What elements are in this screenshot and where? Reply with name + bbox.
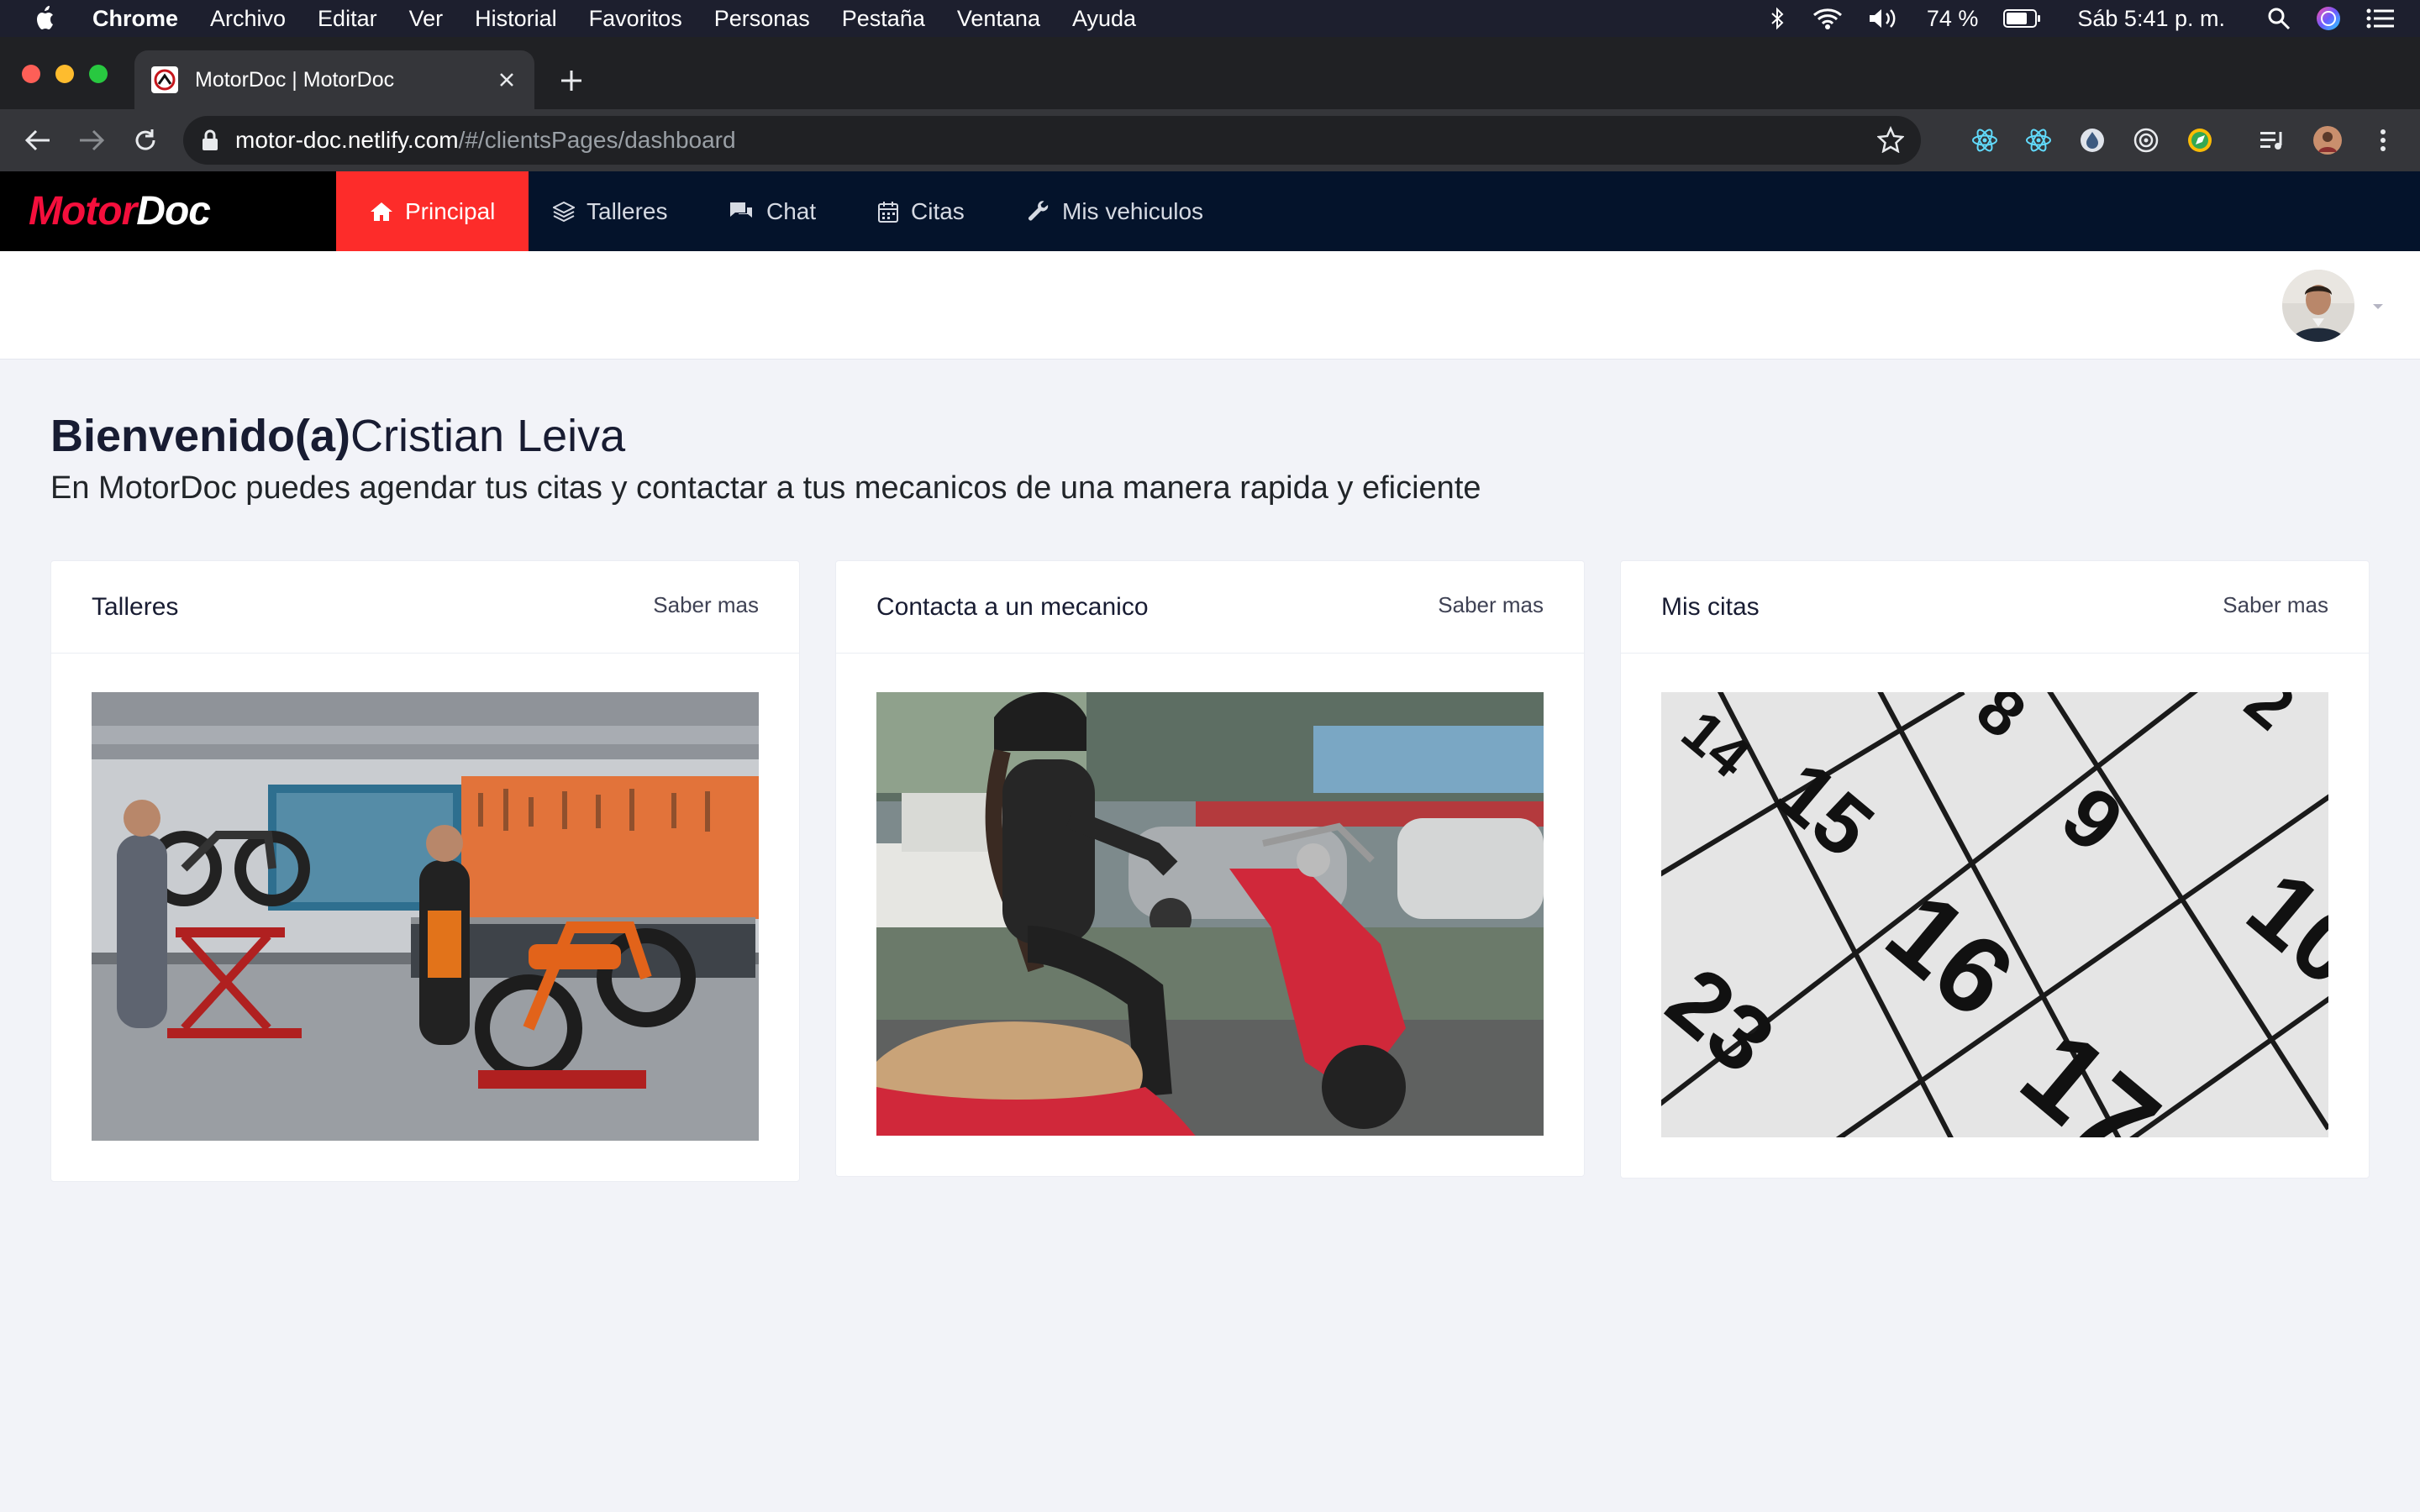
menu-historial[interactable]: Historial: [475, 6, 557, 32]
card-contacta-mecanico: Contacta a un mecanico Saber mas: [835, 560, 1585, 1177]
profile-avatar-icon[interactable]: [2312, 125, 2343, 155]
react-extension-icon[interactable]: [2023, 125, 2054, 155]
subheader: [0, 251, 2420, 360]
card-header: Contacta a un mecanico Saber mas: [836, 561, 1584, 654]
bookmark-star-icon[interactable]: [1877, 126, 1904, 153]
menu-favoritos[interactable]: Favoritos: [589, 6, 682, 32]
url-host: motor-doc.netlify.com: [235, 127, 459, 153]
nav-principal-label: Principal: [405, 197, 496, 224]
motordoc-logo[interactable]: Motor Doc: [0, 171, 336, 251]
url-path: /#/clientsPages/dashboard: [458, 127, 736, 153]
nav-citas[interactable]: Citas: [877, 171, 965, 251]
nav-chat-label: Chat: [766, 197, 817, 224]
card-talleres: Talleres Saber mas: [50, 560, 800, 1182]
nav-citas-label: Citas: [911, 197, 965, 224]
menu-ayuda[interactable]: Ayuda: [1072, 6, 1136, 32]
react-devtools-icon[interactable]: [1970, 125, 2000, 155]
extension-drop-icon[interactable]: [2077, 125, 2107, 155]
app-navbar: Motor Doc Principal Talleres Chat Citas M…: [0, 171, 2420, 251]
chat-icon: [728, 200, 755, 223]
window-close-button[interactable]: [22, 65, 40, 83]
card-body: [51, 654, 799, 1181]
window-minimize-button[interactable]: [55, 65, 74, 83]
extension-compass-icon[interactable]: [2185, 125, 2215, 155]
notification-center-icon[interactable]: [2366, 8, 2395, 29]
scooter-image: [876, 692, 1544, 1136]
favicon-icon: [151, 66, 178, 93]
address-bar[interactable]: motor-doc.netlify.com/#/clientsPages/das…: [183, 116, 1921, 165]
volume-icon[interactable]: [1868, 7, 1902, 30]
logo-motor: Motor: [29, 189, 137, 234]
spotlight-search-icon[interactable]: [2267, 7, 2291, 30]
welcome-subtitle: En MotorDoc puedes agendar tus citas y c…: [50, 470, 1481, 506]
nav-mis-vehiculos[interactable]: Mis vehiculos: [1027, 171, 1203, 251]
tab-close-icon[interactable]: [494, 67, 519, 92]
card-title: Talleres: [92, 593, 179, 621]
nav-talleres-label: Talleres: [587, 197, 668, 224]
saber-mas-link[interactable]: Saber mas: [2223, 592, 2328, 618]
browser-tab-active[interactable]: MotorDoc | MotorDoc: [134, 50, 534, 109]
apple-icon[interactable]: [34, 5, 59, 32]
url-text: motor-doc.netlify.com/#/clientsPages/das…: [235, 127, 736, 154]
macos-menubar: Chrome Archivo Editar Ver Historial Favo…: [0, 0, 2420, 37]
menu-ventana[interactable]: Ventana: [957, 6, 1040, 32]
workshop-image: [92, 692, 759, 1141]
card-header: Mis citas Saber mas: [1621, 561, 2369, 654]
back-arrow-icon[interactable]: [22, 124, 54, 156]
tab-title: MotorDoc | MotorDoc: [195, 67, 395, 92]
wrench-icon: [1027, 200, 1050, 223]
calendar-image: 14 15 8 2 9 16 23 10 17: [1661, 692, 2328, 1137]
wifi-icon[interactable]: [1812, 7, 1843, 30]
window-zoom-button[interactable]: [89, 65, 108, 83]
extension-target-icon[interactable]: [2131, 125, 2161, 155]
card-title: Mis citas: [1661, 593, 1760, 621]
forward-arrow-icon[interactable]: [76, 124, 108, 156]
user-avatar[interactable]: [2282, 270, 2354, 342]
calendar-icon: [877, 200, 899, 223]
logo-doc: Doc: [136, 189, 211, 234]
card-header: Talleres Saber mas: [51, 561, 799, 654]
chrome-menu-kebab-icon[interactable]: [2368, 125, 2398, 155]
battery-icon[interactable]: [2003, 8, 2042, 29]
menu-pestana[interactable]: Pestaña: [842, 6, 925, 32]
nav-chat[interactable]: Chat: [728, 171, 816, 251]
nav-mis-vehiculos-label: Mis vehiculos: [1062, 197, 1204, 224]
lock-icon[interactable]: [202, 129, 218, 151]
saber-mas-link[interactable]: Saber mas: [1438, 592, 1544, 618]
nav-principal[interactable]: Principal: [336, 171, 529, 251]
saber-mas-link[interactable]: Saber mas: [653, 592, 759, 618]
menu-personas[interactable]: Personas: [714, 6, 810, 32]
browser-toolbar: motor-doc.netlify.com/#/clientsPages/das…: [0, 109, 2420, 171]
media-playlist-icon[interactable]: [2257, 125, 2287, 155]
menu-app-chrome[interactable]: Chrome: [92, 6, 178, 32]
menu-ver[interactable]: Ver: [409, 6, 444, 32]
card-title: Contacta a un mecanico: [876, 593, 1149, 621]
battery-percent: 74 %: [1926, 5, 1979, 31]
bluetooth-icon[interactable]: [1769, 7, 1787, 30]
menu-editar[interactable]: Editar: [318, 6, 377, 32]
layers-icon: [553, 201, 575, 223]
welcome-user-name: Cristian Leiva: [350, 411, 626, 461]
nav-talleres[interactable]: Talleres: [553, 171, 667, 251]
welcome-heading: Bienvenido(a)Cristian Leiva: [50, 410, 625, 462]
card-body: [836, 654, 1584, 1176]
home-icon: [370, 201, 393, 223]
siri-icon[interactable]: [2316, 6, 2341, 31]
new-tab-plus-icon[interactable]: [556, 66, 587, 96]
clock[interactable]: Sáb 5:41 p. m.: [2077, 6, 2225, 32]
browser-tabstrip: MotorDoc | MotorDoc: [0, 37, 2420, 109]
welcome-greeting: Bienvenido(a): [50, 411, 351, 461]
menu-archivo[interactable]: Archivo: [210, 6, 286, 32]
card-mis-citas: Mis citas Saber mas 14 15 8 2 9 16 23 10…: [1620, 560, 2370, 1179]
card-body: 14 15 8 2 9 16 23 10 17: [1621, 654, 2369, 1178]
avatar-caret-down-icon[interactable]: [2371, 300, 2385, 315]
reload-icon[interactable]: [129, 124, 161, 156]
